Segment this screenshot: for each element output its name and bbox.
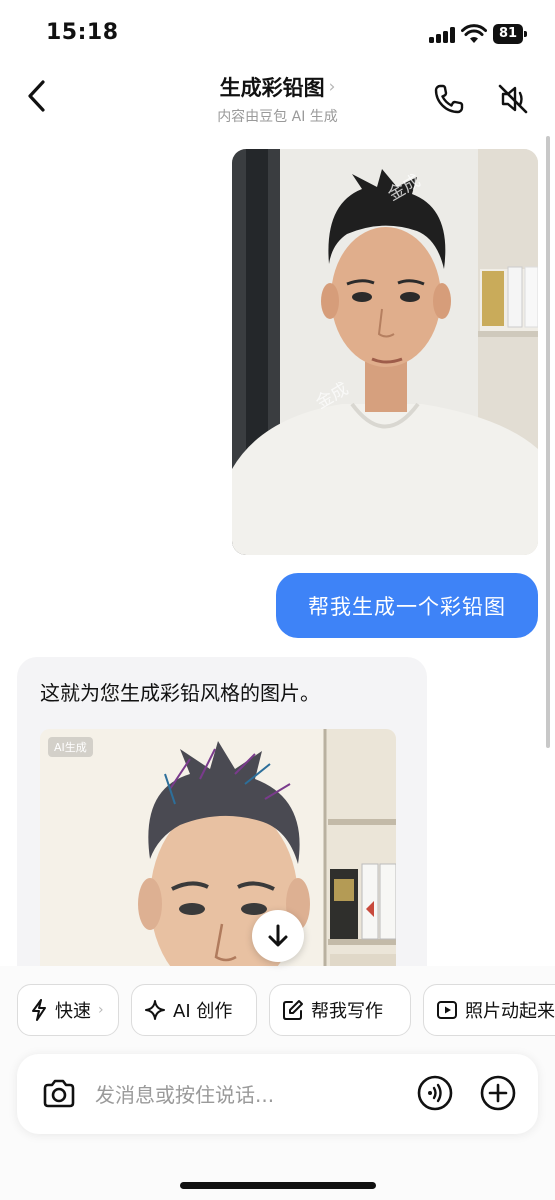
message-input-bar xyxy=(17,1054,538,1134)
wifi-icon xyxy=(461,24,487,43)
quick-action-chips: 快速 › AI 创作 帮我写作 照片动起来 xyxy=(17,984,555,1038)
chip-fast[interactable]: 快速 › xyxy=(17,984,119,1036)
message-input[interactable] xyxy=(93,1072,407,1118)
chevron-left-icon xyxy=(28,80,45,112)
chat-scrollbar[interactable] xyxy=(546,136,550,748)
bottom-panel: 快速 › AI 创作 帮我写作 照片动起来 发消息或按住说话... xyxy=(0,966,555,1200)
camera-icon xyxy=(43,1079,75,1108)
arrow-down-icon xyxy=(268,924,288,947)
chevron-right-icon: › xyxy=(98,1002,104,1018)
chat-title-area[interactable]: 生成彩铅图 › 内容由豆包 AI 生成 xyxy=(120,72,435,126)
user-photo-message[interactable]: 金成 金成 xyxy=(232,149,538,555)
chat-subtitle: 内容由豆包 AI 生成 xyxy=(217,109,338,125)
chip-write[interactable]: 帮我写作 xyxy=(269,984,411,1036)
home-indicator[interactable] xyxy=(180,1182,376,1189)
chip-label: 帮我写作 xyxy=(311,1001,383,1022)
chevron-right-icon: › xyxy=(328,77,336,97)
bot-message-text: 这就为您生成彩铅风格的图片。 xyxy=(40,681,320,705)
phone-icon xyxy=(434,84,464,114)
chip-label: 照片动起来 xyxy=(465,1001,555,1022)
lightning-icon xyxy=(32,999,46,1021)
camera-button[interactable] xyxy=(39,1074,79,1114)
chip-animate-photo[interactable]: 照片动起来 xyxy=(423,984,555,1036)
speaker-muted-icon xyxy=(498,84,528,114)
chip-label: 快速 xyxy=(55,1001,91,1022)
add-attachment-button[interactable] xyxy=(478,1073,518,1113)
play-icon xyxy=(437,1001,457,1019)
user-text-message[interactable]: 帮我生成一个彩铅图 xyxy=(276,573,538,638)
chat-header: 生成彩铅图 › 内容由豆包 AI 生成 xyxy=(0,62,555,134)
cellular-signal-icon xyxy=(429,27,455,43)
phone-call-button[interactable] xyxy=(430,80,468,118)
user-portrait-photo: 金成 金成 xyxy=(232,149,538,555)
voice-input-button[interactable] xyxy=(415,1073,455,1113)
scroll-to-bottom-button[interactable] xyxy=(252,910,304,962)
chat-screen: 15:18 81 生成彩铅图 › 内容由豆包 AI 生成 金成 金成 帮我生成一… xyxy=(0,0,555,1200)
sparkle-icon xyxy=(145,1000,165,1020)
status-time: 15:18 xyxy=(46,20,119,45)
plus-icon xyxy=(480,1075,516,1111)
chip-ai-create[interactable]: AI 创作 xyxy=(131,984,257,1036)
status-bar: 15:18 81 xyxy=(0,0,555,62)
mute-speaker-button[interactable] xyxy=(494,80,532,118)
chat-title: 生成彩铅图 xyxy=(219,76,325,100)
ai-generated-badge: AI生成 xyxy=(48,737,93,757)
back-button[interactable] xyxy=(18,76,54,116)
edit-icon xyxy=(283,1000,303,1020)
chip-label: AI 创作 xyxy=(173,1001,233,1022)
voice-wave-icon xyxy=(417,1075,453,1111)
battery-icon: 81 xyxy=(493,24,527,44)
battery-level: 81 xyxy=(493,24,523,44)
